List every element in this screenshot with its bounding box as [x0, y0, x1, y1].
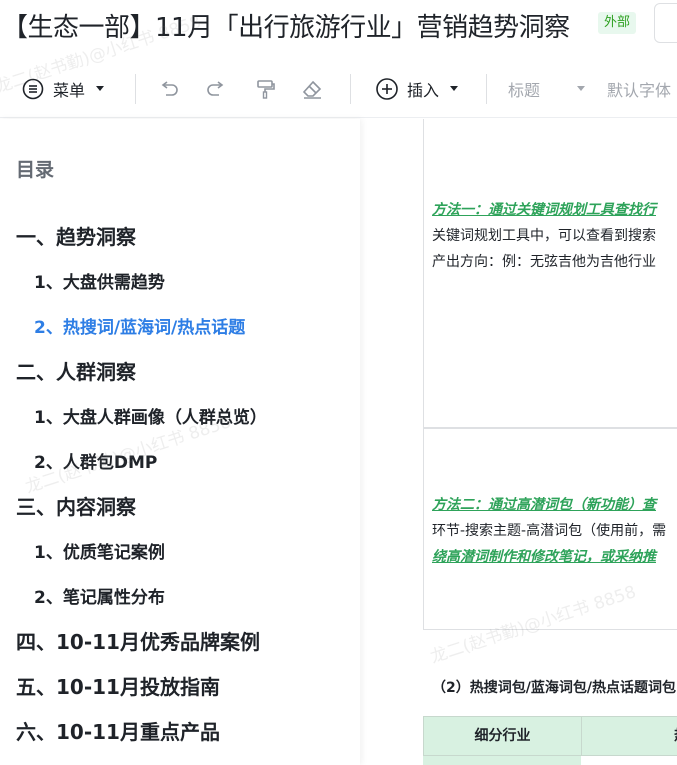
format-painter-button[interactable] [254, 60, 276, 118]
table-cell[interactable] [423, 119, 677, 428]
redo-icon [205, 78, 227, 100]
toolbar-divider [135, 74, 136, 104]
document-title[interactable]: 【生态一部】11月「出行旅游行业」营销趋势洞察 [2, 7, 570, 44]
caret-down-icon [449, 85, 459, 93]
table-header-row: 细分行业 热 [423, 716, 677, 756]
method2-title: 方法二：通过高潜词包（新功能）查 [432, 497, 656, 513]
menu-label: 菜单 [53, 81, 86, 100]
section-label: （2）热搜词包/蓝海词包/热点话题词包 [432, 680, 676, 696]
table-of-contents: 目录 一、趋势洞察 1、大盘供需趋势 2、热搜词/蓝海词/热点话题 二、人群洞察… [0, 119, 360, 765]
table-header-cell: 热 [584, 717, 677, 755]
external-badge: 外部 [598, 12, 637, 34]
method2-text: 环节-搜索主题-高潜词包（使用前，需 [432, 523, 667, 539]
method2-highlight-text: 绕高潜词制作和修改笔记，或采纳推 [432, 549, 656, 565]
toc-item[interactable]: 2、笔记属性分布 [34, 583, 165, 608]
table-row[interactable] [423, 756, 581, 765]
toc-item[interactable]: 1、大盘供需趋势 [34, 268, 165, 293]
eraser-icon [301, 78, 323, 100]
caret-down-icon [95, 85, 105, 93]
plus-circle-icon [375, 77, 399, 101]
toc-item[interactable]: 六、10-11月重点产品 [16, 716, 220, 745]
method1-title: 方法一：通过关键词规划工具查找行 [432, 202, 656, 218]
clear-format-button[interactable] [301, 60, 323, 118]
toc-item[interactable]: 1、大盘人群画像（人群总览） [34, 403, 267, 428]
toc-item[interactable]: 1、优质笔记案例 [34, 538, 165, 563]
redo-button[interactable] [205, 60, 227, 118]
insert-button[interactable]: 插入 [375, 60, 459, 118]
undo-button[interactable] [158, 60, 180, 118]
menu-button[interactable]: 菜单 [22, 60, 105, 118]
heading-style-label: 标题 [508, 81, 541, 100]
toc-item[interactable]: 2、人群包DMP [34, 448, 157, 473]
font-family-select[interactable]: 默认字体 [607, 60, 671, 118]
toc-item[interactable]: 四、10-11月优秀品牌案例 [16, 626, 260, 655]
toc-item-active[interactable]: 2、热搜词/蓝海词/热点话题 [34, 313, 245, 338]
heading-style-select[interactable]: 标题 [508, 60, 586, 118]
title-bar: 【生态一部】11月「出行旅游行业」营销趋势洞察 外部 [0, 0, 677, 52]
method1-text: 关键词规划工具中，可以查看到搜索 [432, 228, 656, 244]
undo-icon [158, 78, 180, 100]
menu-icon [22, 78, 44, 100]
toc-item[interactable]: 一、趋势洞察 [16, 221, 136, 250]
toc-heading: 目录 [16, 159, 55, 181]
toolbar-divider [350, 74, 351, 104]
toc-item[interactable]: 二、人群洞察 [16, 356, 136, 385]
toc-item[interactable]: 三、内容洞察 [16, 491, 136, 520]
table-header-cell: 细分行业 [424, 717, 582, 755]
editor-toolbar: 菜单 插入 标题 默认字体 [0, 60, 677, 118]
toolbar-divider [486, 74, 487, 104]
document-body[interactable]: 方法一：通过关键词规划工具查找行 关键词规划工具中，可以查看到搜索 产出方向：例… [360, 119, 677, 765]
method1-text: 产出方向：例：无弦吉他为吉他行业 [432, 254, 656, 270]
insert-label: 插入 [407, 81, 440, 100]
caret-down-icon [576, 85, 586, 93]
toc-item[interactable]: 五、10-11月投放指南 [16, 671, 220, 700]
format-painter-icon [254, 78, 276, 100]
font-family-label: 默认字体 [607, 81, 672, 100]
share-button[interactable] [654, 3, 677, 43]
